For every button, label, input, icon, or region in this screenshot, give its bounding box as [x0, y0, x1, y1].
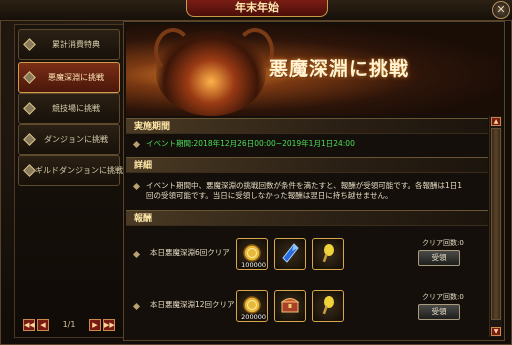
item-count: 200000: [241, 313, 266, 321]
sidebar-item-label: 累計消費特典: [52, 40, 100, 49]
reward-item-torch[interactable]: [312, 238, 344, 270]
reward-item-gold[interactable]: 100000: [236, 238, 268, 270]
content-scrollbar[interactable]: ▲ ▼: [489, 116, 502, 337]
period-text: イベント期間:2018年12月26日00:00~2019年1月1日24:00: [146, 139, 355, 148]
details-line-1: イベント期間中、悪魔深淵の挑戦回数が条件を満たすと、報酬が受領可能です。各報酬は…: [146, 181, 462, 190]
diamond-bullet-icon: [132, 182, 141, 191]
sidebar-item-label: 競技場に挑戦: [52, 104, 100, 113]
page-indicator: 1/1: [62, 320, 76, 329]
claim-button[interactable]: 受領: [418, 250, 460, 266]
details-header: 詳細: [126, 157, 488, 173]
reward-row: 本日悪魔深淵6回クリア 100000 クリア回数:0 受領: [126, 238, 488, 278]
rewards-header: 報酬: [126, 210, 488, 226]
reward-item-chest[interactable]: [274, 290, 306, 322]
reward-item-torch[interactable]: [312, 290, 344, 322]
demon-horn-icon: [154, 28, 192, 74]
sidebar-item-label: 悪魔深淵に挑戦: [48, 73, 104, 82]
sidebar-item-label: ギルドダンジョンに挑戦: [35, 166, 123, 175]
event-banner: 悪魔深淵に挑戦: [126, 24, 502, 116]
diamond-bullet-icon: [23, 38, 36, 51]
details-body: イベント期間中、悪魔深淵の挑戦回数が条件を満たすと、報酬が受領可能です。各報酬は…: [126, 174, 488, 208]
window-title: 年末年始: [186, 0, 328, 17]
gold-coin-icon: [243, 296, 261, 314]
item-count: 100000: [241, 261, 266, 269]
gold-torch-icon: [322, 296, 334, 315]
close-button[interactable]: ✕: [492, 1, 510, 19]
sidebar-item-dungeon[interactable]: ダンジョンに挑戦: [18, 124, 120, 155]
reward-condition: 本日悪魔深淵6回クリア: [150, 248, 230, 257]
treasure-chest-icon: [280, 298, 300, 313]
sidebar-item-demon-abyss[interactable]: 悪魔深淵に挑戦: [18, 62, 120, 93]
sidebar-item-label: ダンジョンに挑戦: [44, 135, 108, 144]
event-sidebar: 累計消費特典 悪魔深淵に挑戦 競技場に挑戦 ダンジョンに挑戦 ギルドダンジョンに…: [14, 24, 124, 338]
diamond-bullet-icon: [23, 71, 36, 84]
sidebar-pager: ◀◀ ◀ 1/1 ▶ ▶▶: [21, 319, 117, 331]
diamond-bullet-icon: [23, 102, 36, 115]
claim-button[interactable]: 受領: [418, 304, 460, 320]
reward-item-gold[interactable]: 200000: [236, 290, 268, 322]
diamond-bullet-icon: [23, 133, 36, 146]
reward-condition: 本日悪魔深淵12回クリア: [150, 300, 235, 309]
diamond-bullet-icon: [132, 250, 141, 259]
clear-count: クリア回数:0: [422, 293, 464, 301]
period-header: 実施期間: [126, 118, 488, 134]
reward-item-crystal[interactable]: [274, 238, 306, 270]
sidebar-item-cumulative-spend[interactable]: 累計消費特典: [18, 29, 120, 60]
period-body: イベント期間:2018年12月26日00:00~2019年1月1日24:00: [126, 135, 488, 155]
diamond-bullet-icon: [23, 164, 36, 177]
scroll-thumb[interactable]: [491, 128, 501, 320]
last-page-button[interactable]: ▶▶: [103, 319, 115, 331]
next-page-button[interactable]: ▶: [89, 319, 101, 331]
blue-crystal-icon: [282, 243, 299, 263]
gold-torch-icon: [322, 244, 334, 263]
first-page-button[interactable]: ◀◀: [23, 319, 35, 331]
event-detail-panel: 悪魔深淵に挑戦 実施期間 イベント期間:2018年12月26日00:00~201…: [123, 21, 505, 341]
banner-title: 悪魔深淵に挑戦: [269, 58, 410, 80]
reward-row: 本日悪魔深淵12回クリア 200000 クリア回数:0 受領: [126, 290, 488, 330]
details-line-2: 回の受領可能です。当日に受領しなかった報酬は翌日に持ち越せません。: [146, 191, 393, 200]
diamond-bullet-icon: [132, 302, 141, 311]
prev-page-button[interactable]: ◀: [37, 319, 49, 331]
diamond-bullet-icon: [132, 140, 141, 149]
gold-coin-icon: [243, 244, 261, 262]
title-bar: 年末年始 ✕: [0, 0, 512, 21]
scroll-up-arrow-icon[interactable]: ▲: [491, 117, 501, 126]
scroll-down-arrow-icon[interactable]: ▼: [491, 327, 501, 336]
sidebar-item-guild-dungeon[interactable]: ギルドダンジョンに挑戦: [18, 155, 123, 186]
sidebar-item-arena[interactable]: 競技場に挑戦: [18, 93, 120, 124]
clear-count: クリア回数:0: [422, 239, 464, 247]
